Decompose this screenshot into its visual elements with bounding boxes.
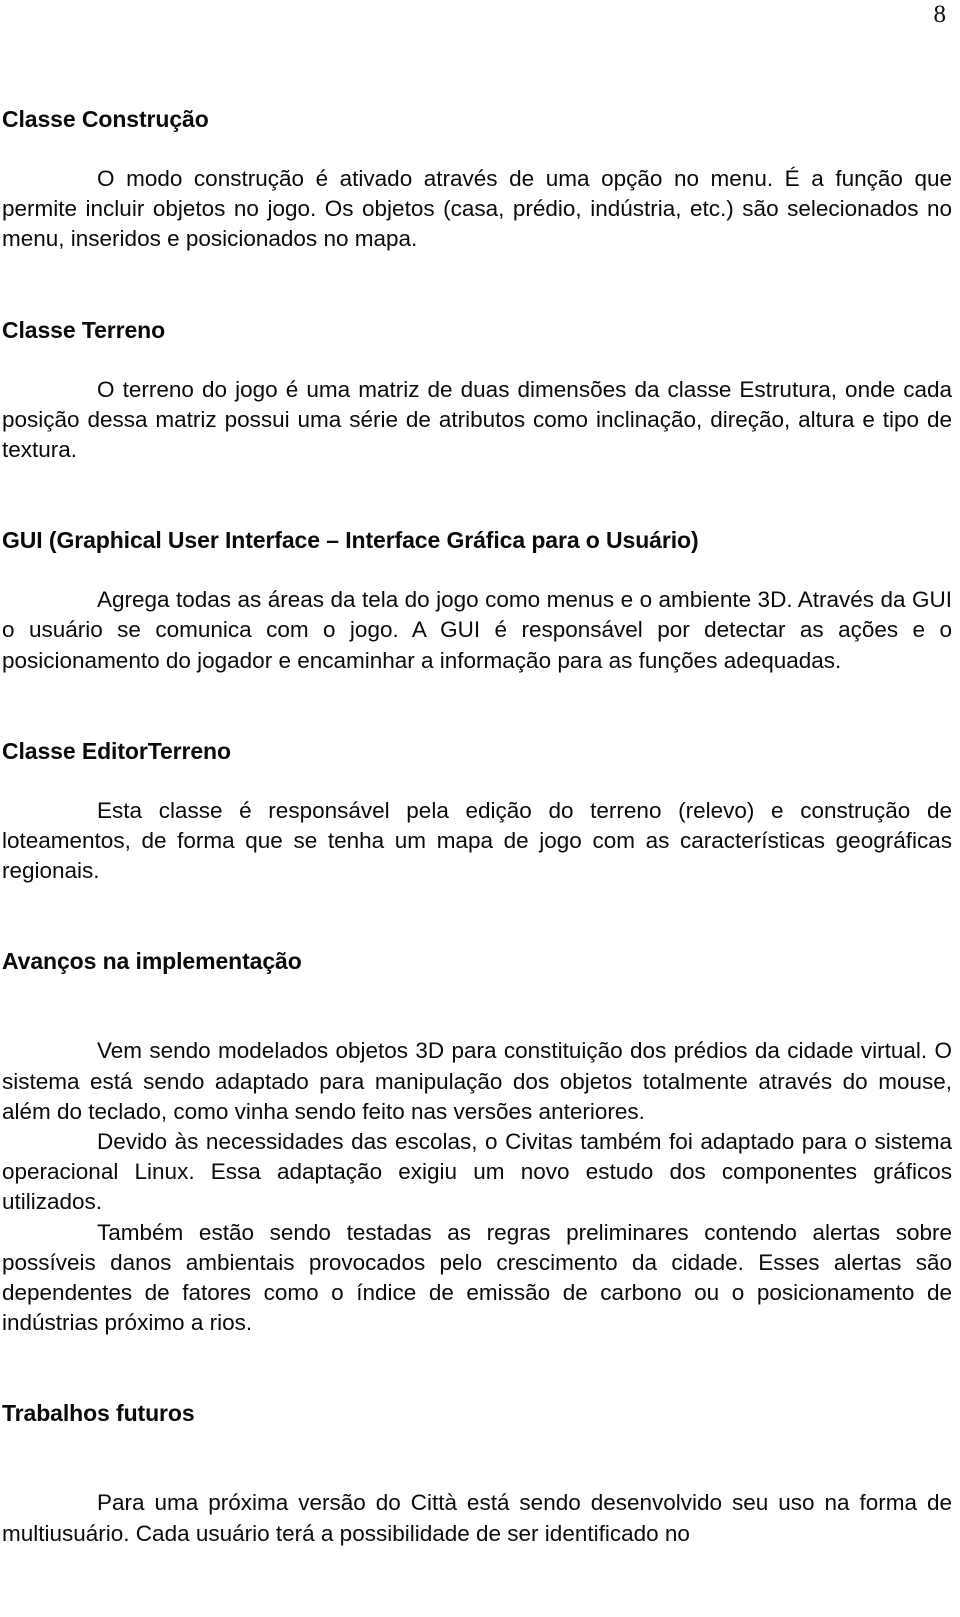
paragraph-classe-editorterreno-1: Esta classe é responsável pela edição do…	[2, 797, 952, 884]
paragraph-gui-1: Agrega todas as áreas da tela do jogo co…	[2, 587, 952, 673]
section-heading-classe-construcao: Classe Construção	[2, 106, 209, 132]
paragraph-avancos-2: Devido às necessidades das escolas, o Ci…	[2, 1129, 952, 1215]
section-heading-classe-terreno: Classe Terreno	[2, 316, 166, 343]
section-heading-classe-editorterreno: Classe EditorTerreno	[2, 737, 231, 764]
section-heading-trabalhos-futuros: Trabalhos futuros	[2, 1400, 195, 1427]
page-number: 8	[933, 1, 947, 28]
paragraph-trabalhos-futuros-1: Para uma próxima versão do Città está se…	[2, 1490, 952, 1546]
paragraph-classe-terreno-1: O terreno do jogo é uma matriz de duas d…	[2, 376, 952, 463]
section-heading-avancos-na-implementacao: Avanços na implementação	[2, 948, 302, 975]
paragraph-classe-construcao-1: O modo construção é ativado através de u…	[2, 166, 952, 252]
paragraph-avancos-1: Vem sendo modelados objetos 3D para cons…	[2, 1038, 952, 1124]
document-page: 8 Classe Construção O modo construção é …	[0, 0, 960, 1617]
document-body: Classe Construção O modo construção é at…	[2, 104, 952, 1549]
section-heading-gui: GUI (Graphical User Interface – Interfac…	[2, 527, 699, 554]
paragraph-avancos-3: Também estão sendo testadas as regras pr…	[2, 1219, 952, 1336]
